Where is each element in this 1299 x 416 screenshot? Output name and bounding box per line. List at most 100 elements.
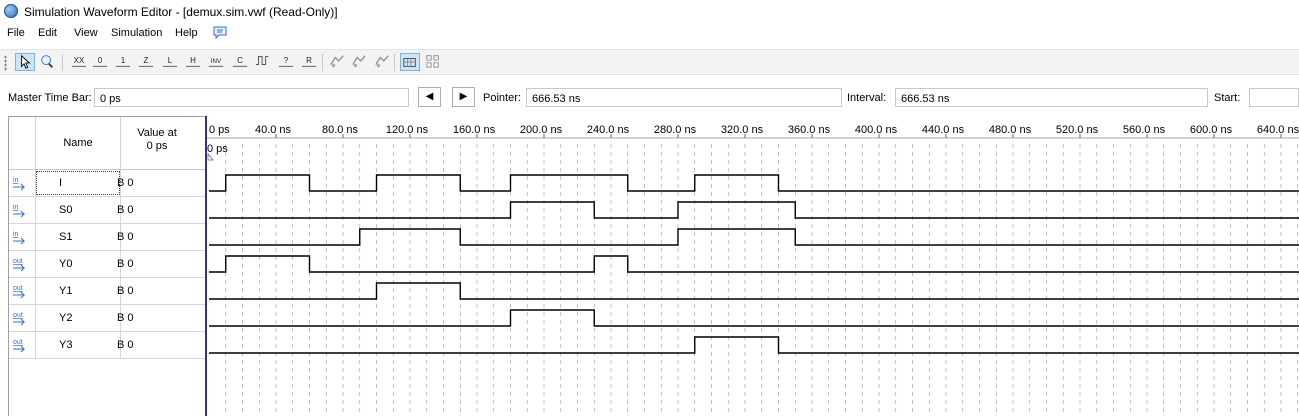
toolbar-separator: [394, 54, 395, 71]
svg-text:INV: INV: [211, 58, 222, 65]
svg-text:out: out: [13, 312, 23, 319]
output-pin-icon: out: [13, 312, 26, 326]
zoom-tool-icon: [41, 55, 53, 68]
signal-name[interactable]: I: [35, 170, 121, 196]
next-transition-button[interactable]: ▶: [452, 87, 475, 107]
forcing-low-icon: 0: [92, 56, 108, 67]
signal-name[interactable]: Y2: [35, 305, 121, 331]
clock-button[interactable]: [254, 53, 274, 71]
signal-name[interactable]: Y0: [35, 251, 121, 277]
timing-sim-button[interactable]: [350, 53, 370, 71]
signal-value: B 0: [117, 231, 134, 243]
invert-button[interactable]: INV: [207, 53, 227, 71]
waveform-i[interactable]: [209, 174, 1299, 192]
svg-text:out: out: [13, 339, 23, 346]
weak-low-icon: L: [162, 56, 178, 67]
arbitrary-value-button[interactable]: ?: [277, 53, 297, 71]
snap-to-grid-icon: [403, 58, 416, 67]
waveform-pane[interactable]: 0 ps 40.0 ns 80.0 ns 120.0 ns 160.0 ns 200.0 …: [205, 116, 1299, 416]
menu-edit[interactable]: Edit: [38, 27, 57, 39]
input-pin-icon: in: [13, 231, 26, 245]
ruler-tick-label: 280.0 ns: [654, 124, 697, 136]
count-value-button[interactable]: C: [231, 53, 251, 71]
signal-value: B 0: [117, 312, 134, 324]
random-value-button[interactable]: R: [300, 53, 320, 71]
waveform-y3[interactable]: [209, 336, 1299, 354]
svg-text:R: R: [306, 56, 312, 65]
grid-settings-button[interactable]: [424, 53, 444, 71]
menu-view[interactable]: View: [74, 27, 98, 39]
ruler-tick-label: 240.0 ns: [587, 124, 630, 136]
svg-text:Z: Z: [144, 56, 149, 65]
signal-row[interactable]: out Y0 B 0: [9, 251, 206, 278]
netlist-viewer-icon: [375, 55, 389, 68]
ruler-tick-label: 560.0 ns: [1123, 124, 1166, 136]
ruler-tick-label: 440.0 ns: [922, 124, 965, 136]
cursor-time-label: 0 ps: [207, 143, 228, 155]
functional-sim-button[interactable]: [328, 53, 348, 71]
time-bar: Master Time Bar: 0 ps ◀ ▶ Pointer: 666.5…: [0, 84, 1299, 110]
svg-text:C: C: [237, 56, 243, 65]
svg-text:in: in: [13, 177, 19, 184]
signal-row[interactable]: in S1 B 0: [9, 224, 206, 251]
invert-icon: INV: [208, 58, 224, 67]
menu-file[interactable]: File: [7, 27, 25, 39]
pointer-field: 666.53 ns: [526, 88, 842, 107]
output-pin-icon: out: [13, 339, 26, 353]
interval-field: 666.53 ns: [895, 88, 1208, 107]
signal-name[interactable]: Y1: [35, 278, 121, 304]
value-column-header[interactable]: Value at 0 ps: [121, 127, 193, 153]
ruler-tick-label: 640.0 ns: [1257, 124, 1299, 136]
forcing-unknown-button[interactable]: XX: [70, 53, 90, 71]
arbitrary-value-icon: ?: [278, 56, 294, 67]
ruler-tick-label: 480.0 ns: [989, 124, 1032, 136]
waveform-y1[interactable]: [209, 282, 1299, 300]
forcing-high-button[interactable]: 1: [114, 53, 134, 71]
high-impedance-button[interactable]: Z: [137, 53, 157, 71]
ruler-tick-label: 120.0 ns: [386, 124, 429, 136]
ruler-tick-label: 200.0 ns: [520, 124, 563, 136]
name-column-header[interactable]: Name: [35, 117, 121, 169]
toolbar: XX 0 1 Z L H INV C? R: [0, 49, 1299, 75]
ruler-tick-label: 400.0 ns: [855, 124, 898, 136]
selection-tool-button[interactable]: [15, 53, 35, 71]
menu-simulation[interactable]: Simulation: [111, 27, 162, 39]
waveform-y0[interactable]: [209, 255, 1299, 273]
signal-row[interactable]: in S0 B 0: [9, 197, 206, 224]
weak-high-button[interactable]: H: [184, 53, 204, 71]
waveform-y2[interactable]: [209, 309, 1299, 327]
grid-settings-icon: [426, 55, 439, 68]
signal-value: B 0: [117, 285, 134, 297]
start-field: [1249, 88, 1299, 107]
interval-label: Interval:: [847, 92, 887, 104]
zoom-tool-button[interactable]: [38, 53, 58, 71]
signal-name[interactable]: S0: [35, 197, 121, 223]
toolbar-separator: [62, 54, 63, 71]
help-chat-icon[interactable]: [213, 26, 227, 39]
previous-transition-button[interactable]: ◀: [418, 87, 441, 107]
waveform-canvas[interactable]: 0 ps 40.0 ns 80.0 ns 120.0 ns 160.0 ns 200.0 …: [207, 116, 1299, 416]
forcing-low-button[interactable]: 0: [91, 53, 111, 71]
signal-name[interactable]: Y3: [35, 332, 121, 358]
ruler-tick-label: 520.0 ns: [1056, 124, 1099, 136]
svg-text:out: out: [13, 258, 23, 265]
netlist-viewer-button[interactable]: [373, 53, 393, 71]
signal-row[interactable]: out Y3 B 0: [9, 332, 206, 359]
signal-name[interactable]: S1: [35, 224, 121, 250]
waveform-s1[interactable]: [209, 228, 1299, 246]
snap-to-grid-button[interactable]: [400, 53, 420, 71]
signal-row[interactable]: out Y2 B 0: [9, 305, 206, 332]
waveform-s0[interactable]: [209, 201, 1299, 219]
signal-row[interactable]: out Y1 B 0: [9, 278, 206, 305]
signal-row[interactable]: in I B 0: [9, 170, 206, 197]
svg-text:in: in: [13, 231, 19, 238]
ruler-tick-label: 160.0 ns: [453, 124, 496, 136]
signal-list: Name Value at 0 ps in I B 0 in S0 B 0 in S1 B 0o…: [8, 116, 206, 416]
output-pin-icon: out: [13, 258, 26, 272]
toolbar-grip[interactable]: [4, 55, 7, 71]
title-bar: Simulation Waveform Editor - [demux.sim.…: [0, 0, 1299, 24]
master-time-bar-field[interactable]: 0 ps: [94, 88, 409, 107]
weak-low-button[interactable]: L: [161, 53, 181, 71]
menu-help[interactable]: Help: [175, 27, 198, 39]
ruler-tick-label: 0 ps: [209, 124, 230, 136]
